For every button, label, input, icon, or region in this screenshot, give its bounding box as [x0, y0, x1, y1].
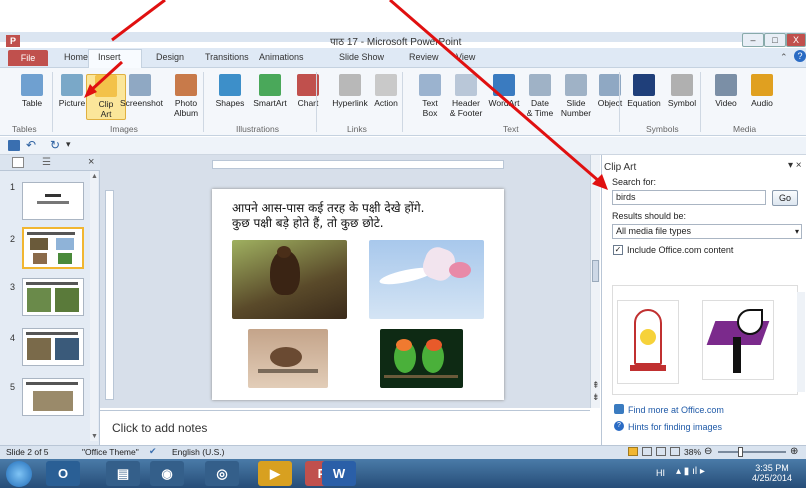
arrow-1 — [111, 0, 166, 42]
annotation-arrows — [84, 0, 608, 190]
arrow-3 — [389, 0, 601, 184]
